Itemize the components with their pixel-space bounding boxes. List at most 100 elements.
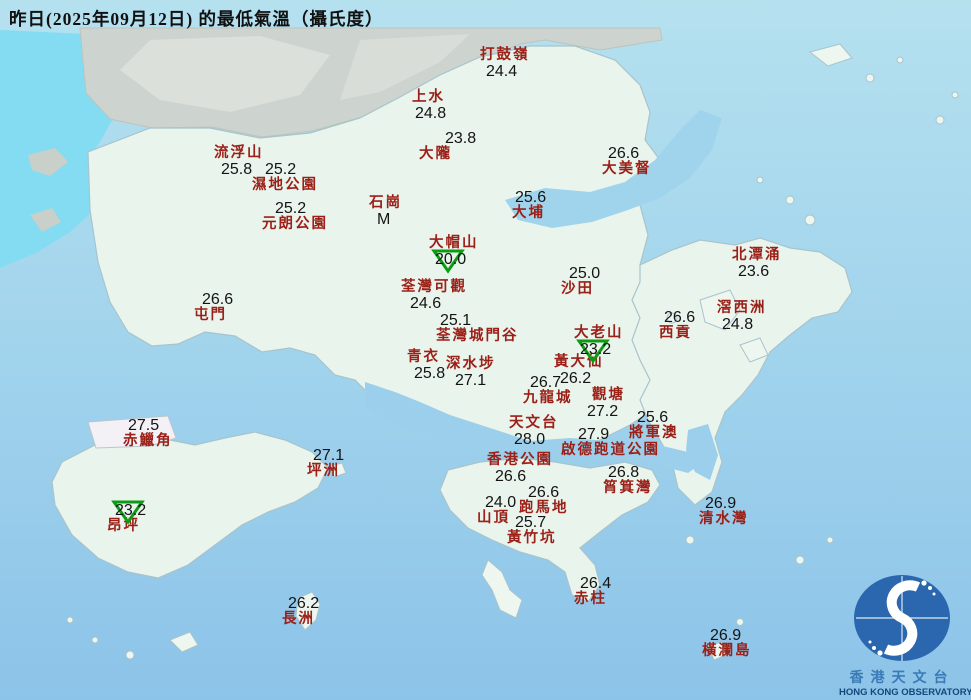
station-label: 深水埗 27.1	[446, 357, 496, 389]
station-name: 筲箕灣	[603, 480, 653, 496]
station-name: 大隴	[419, 146, 452, 162]
station-value: 24.8	[722, 316, 754, 333]
station-name: 北潭涌	[732, 247, 782, 263]
station-label: 25.1 荃灣城門谷	[436, 313, 519, 345]
station-name: 香港公園	[487, 452, 553, 468]
station-name: 滘西洲	[717, 300, 767, 316]
station-value: 23.2	[576, 339, 624, 364]
station-value: 24.4	[486, 63, 518, 80]
station-name: 濕地公園	[252, 177, 318, 193]
station-value: 26.6	[664, 309, 696, 326]
map-title: 昨日(2025年09月12日) 的最低氣溫（攝氏度）	[9, 9, 384, 29]
station-value: 26.4	[580, 575, 612, 592]
station-label: 26.2 長洲	[282, 596, 319, 628]
station-name: 赤鱲角	[123, 433, 173, 449]
station-name: 黃竹坑	[507, 530, 557, 546]
station-label: 26.6 西貢	[659, 310, 695, 342]
station-label: 25.2 元朗公園	[262, 201, 328, 233]
station-label: 26.6 大美督	[602, 146, 652, 178]
station-value: 28.0	[514, 431, 546, 448]
station-value: 27.5	[128, 417, 160, 434]
station-value: 27.9	[578, 426, 610, 443]
station-value: 25.6	[515, 189, 547, 206]
station-name: 石崗	[369, 195, 402, 211]
stations-layer: 打鼓嶺 24.4 上水 24.8 23.8 大隴 流浮山 25.8 25.2 濕地公園 25.2 元朗…	[0, 0, 971, 700]
station-name: 觀塘	[592, 387, 625, 403]
station-value: 25.1	[440, 312, 472, 329]
station-name: 大埔	[512, 205, 545, 221]
station-value: 25.7	[515, 514, 547, 531]
station-label: 23.8 大隴	[419, 131, 476, 163]
weather-map: 昨日(2025年09月12日) 的最低氣溫（攝氏度） 打鼓嶺 24.4 上水 24.8…	[0, 0, 971, 700]
station-value: 26.6	[608, 145, 640, 162]
station-label: 25.6 大埔	[512, 190, 546, 222]
station-name: 深水埗	[446, 356, 496, 372]
station-value: 26.6	[528, 484, 560, 501]
station-label: 觀塘 27.2	[587, 388, 625, 420]
hko-logo: 香港天文台 HONG KONG OBSERVATORY	[839, 572, 971, 698]
station-label: 23.2 昂坪	[107, 500, 146, 535]
station-label: 天文台 28.0	[509, 416, 559, 448]
station-name: 橫瀾島	[702, 643, 752, 659]
station-name: 屯門	[194, 307, 227, 323]
station-name: 啟德跑道公園	[561, 442, 660, 458]
station-name: 流浮山	[214, 145, 264, 161]
station-label: 打鼓嶺 24.4	[480, 48, 530, 80]
station-value: 27.1	[455, 372, 487, 389]
station-name: 荃灣城門谷	[436, 328, 519, 344]
station-name: 大美督	[602, 161, 652, 177]
station-value: 23.6	[738, 263, 770, 280]
station-label: 26.6 屯門	[194, 292, 233, 324]
station-label: 25.0 沙田	[561, 266, 600, 298]
station-value: 24.0	[485, 494, 517, 511]
station-value: 25.2	[275, 200, 307, 217]
station-value: 23.8	[445, 130, 477, 147]
station-value: 24.8	[415, 105, 447, 122]
hko-logo-icon	[854, 575, 950, 661]
station-value: 27.2	[587, 403, 619, 420]
station-name: 荃灣可觀	[401, 279, 467, 295]
station-label: 香港公園 26.6	[487, 453, 553, 485]
station-value: 25.0	[569, 265, 601, 282]
station-label: 大帽山 20.0	[429, 236, 479, 274]
hko-logo-text-en: HONG KONG OBSERVATORY	[839, 687, 971, 698]
station-value: 26.6	[495, 468, 527, 485]
station-label: 27.1 坪洲	[307, 448, 344, 480]
station-name: 打鼓嶺	[480, 47, 530, 63]
station-label: 大老山 23.2	[574, 326, 624, 364]
station-label: 26.9 清水灣	[699, 496, 749, 528]
station-value: 25.6	[637, 409, 669, 426]
station-label: 26.8 筲箕灣	[603, 465, 653, 497]
station-label: 上水 24.8	[412, 90, 446, 122]
station-label: 26.9 橫瀾島	[702, 628, 752, 660]
station-label: 27.5 赤鱲角	[123, 418, 173, 450]
station-value: M	[377, 211, 391, 228]
station-value: 26.2	[560, 370, 592, 387]
station-name: 坪洲	[307, 463, 340, 479]
station-value: 26.8	[608, 464, 640, 481]
station-name: 天文台	[509, 415, 559, 431]
station-name: 上水	[412, 89, 445, 105]
station-label: 荃灣可觀 24.6	[401, 280, 467, 312]
station-label: 27.9 啟德跑道公園	[561, 427, 660, 459]
station-value: 20.0	[431, 249, 479, 274]
station-value: 24.6	[410, 295, 442, 312]
station-label: 25.2 濕地公園	[252, 162, 318, 194]
station-name: 清水灣	[699, 511, 749, 527]
station-label: 26.6 跑馬地	[519, 485, 569, 517]
station-value: 25.2	[265, 161, 297, 178]
station-value: 23.2	[111, 500, 146, 525]
station-name: 九龍城	[523, 390, 573, 406]
station-label: 滘西洲 24.8	[717, 301, 767, 333]
station-value: 26.6	[202, 291, 234, 308]
station-value: 25.8	[414, 365, 446, 382]
station-name: 沙田	[561, 281, 594, 297]
station-value: 26.9	[705, 495, 737, 512]
station-label: 石崗 M	[369, 196, 402, 228]
hko-logo-text-zh: 香港天文台	[849, 671, 955, 686]
station-label: 26.4 赤柱	[574, 576, 611, 608]
station-name: 元朗公園	[262, 216, 328, 232]
station-label: 北潭涌 23.6	[732, 248, 782, 280]
station-value: 26.9	[710, 627, 742, 644]
station-value: 27.1	[313, 447, 345, 464]
